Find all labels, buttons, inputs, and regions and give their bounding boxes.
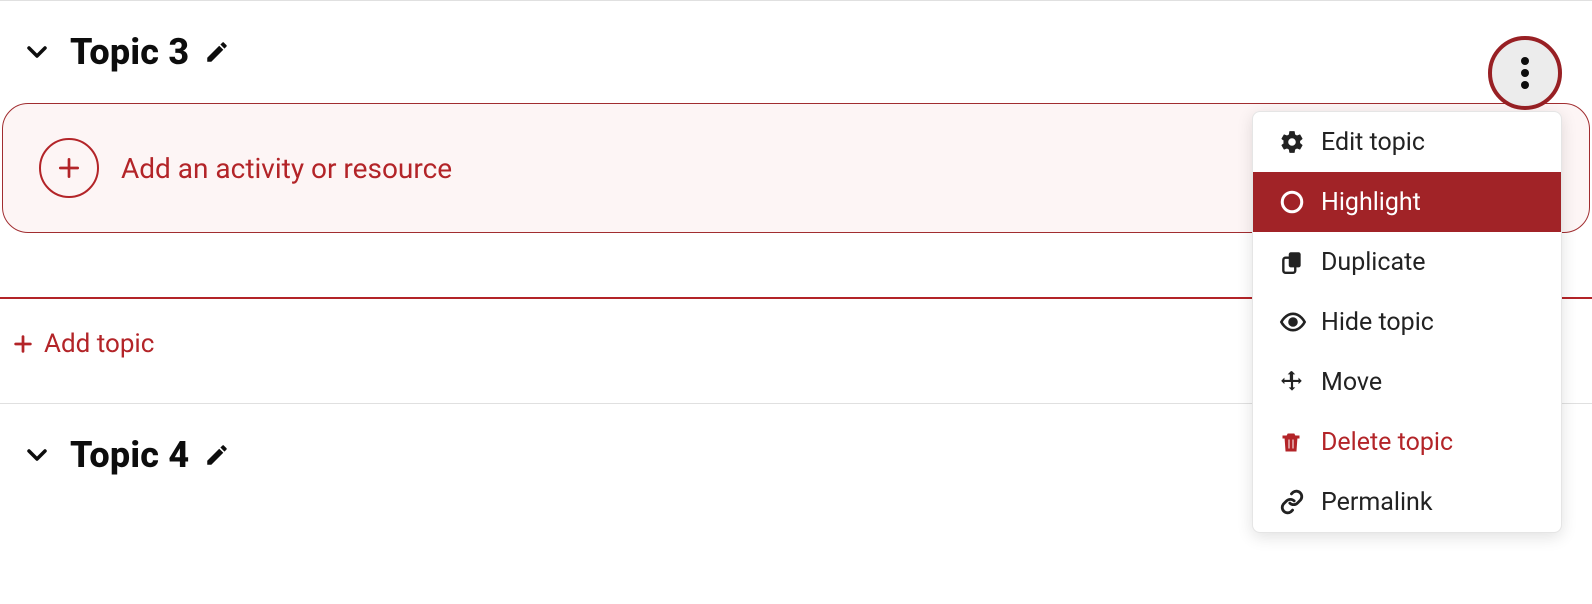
- link-icon: [1279, 489, 1321, 515]
- gear-icon: [1279, 129, 1321, 155]
- plus-icon: [12, 333, 34, 355]
- menu-duplicate[interactable]: Duplicate: [1253, 232, 1561, 292]
- menu-item-label: Move: [1321, 368, 1382, 397]
- menu-move[interactable]: Move: [1253, 352, 1561, 412]
- menu-item-label: Edit topic: [1321, 128, 1425, 157]
- topic-title[interactable]: Topic 3: [70, 31, 189, 73]
- plus-circle-icon: [39, 138, 99, 198]
- menu-delete-topic[interactable]: Delete topic: [1253, 412, 1561, 472]
- edit-title-button[interactable]: [204, 442, 230, 468]
- section-actions-menu: Edit topic Highlight Duplicate Hide topi…: [1252, 111, 1562, 533]
- trash-icon: [1279, 430, 1321, 454]
- menu-highlight[interactable]: Highlight: [1253, 172, 1561, 232]
- kebab-icon: [1521, 56, 1529, 90]
- menu-item-label: Delete topic: [1321, 428, 1453, 457]
- collapse-toggle[interactable]: [22, 440, 52, 470]
- plus-icon: [56, 155, 82, 181]
- menu-item-label: Hide topic: [1321, 308, 1434, 337]
- eye-icon: [1279, 308, 1321, 336]
- pencil-icon: [204, 442, 230, 468]
- chevron-down-icon: [25, 40, 49, 64]
- circle-icon: [1279, 189, 1321, 215]
- menu-item-label: Highlight: [1321, 188, 1421, 217]
- menu-item-label: Duplicate: [1321, 248, 1426, 277]
- move-icon: [1279, 369, 1321, 395]
- menu-item-label: Permalink: [1321, 488, 1433, 517]
- edit-title-button[interactable]: [204, 39, 230, 65]
- menu-permalink[interactable]: Permalink: [1253, 472, 1561, 532]
- topic-header: Topic 3: [0, 1, 1592, 93]
- add-topic-label: Add topic: [44, 329, 154, 359]
- menu-edit-topic[interactable]: Edit topic: [1253, 112, 1561, 172]
- menu-hide-topic[interactable]: Hide topic: [1253, 292, 1561, 352]
- copy-icon: [1279, 249, 1321, 275]
- collapse-toggle[interactable]: [22, 37, 52, 67]
- add-activity-label: Add an activity or resource: [121, 152, 452, 185]
- chevron-down-icon: [25, 443, 49, 467]
- section-actions-button[interactable]: [1488, 36, 1562, 110]
- pencil-icon: [204, 39, 230, 65]
- topic-title[interactable]: Topic 4: [70, 434, 189, 476]
